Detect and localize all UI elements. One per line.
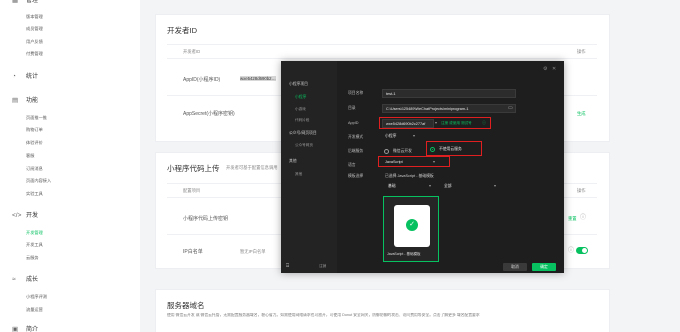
generate-secret-link[interactable]: 生成 bbox=[577, 111, 586, 117]
dialog-nav-minigame[interactable]: 小游戏 bbox=[295, 107, 306, 112]
server-domain-card bbox=[155, 289, 610, 332]
dialog-nav-miniprogram[interactable]: 小程序 bbox=[295, 95, 306, 100]
dialog-nav-snippet[interactable]: 代码片段 bbox=[295, 118, 309, 123]
code-upload-subtitle: 开发者可基于配置信息调用 bbox=[226, 165, 278, 170]
nav-item-dev-tools[interactable]: 开发工具 bbox=[26, 242, 43, 248]
server-domain-desc: 使用 微信云开发 或 微信云托管，无需配置服务器域名，稳心省力。如需使用网络请求… bbox=[167, 313, 480, 317]
code-upload-title: 小程序代码上传 bbox=[167, 164, 220, 173]
server-domain-title: 服务器域名 bbox=[167, 301, 205, 310]
logout-icon[interactable]: ⍈ bbox=[286, 262, 289, 270]
col-config: 配置项目 bbox=[183, 188, 201, 193]
ip-whitelist-value: 暂无IP白名单 bbox=[240, 249, 266, 254]
template-card[interactable]: ✓ JavaScript - 基础模板 bbox=[383, 196, 439, 262]
dialog-nav-official-project[interactable]: 公众号/网页项目 bbox=[289, 131, 317, 136]
nav-item-version[interactable]: 版本管理 bbox=[26, 14, 43, 20]
register-test-link[interactable]: 注册 或使用 测试号 bbox=[441, 119, 472, 127]
dialog-logout-link[interactable]: 注销 bbox=[319, 264, 326, 269]
directory-input[interactable]: C:\Users\125489\WeChatProjects\miniprogr… bbox=[382, 104, 516, 113]
nav-group-features[interactable]: 功能 bbox=[26, 97, 38, 105]
code-icon: </> bbox=[12, 212, 22, 219]
dev-mode-label: 开发模式 bbox=[348, 135, 364, 139]
nav-item-content[interactable]: 页面内容接入 bbox=[26, 178, 51, 184]
ip-whitelist-toggle[interactable] bbox=[576, 247, 588, 254]
confirm-button[interactable]: 确定 bbox=[532, 263, 556, 271]
radio-no-cloud[interactable] bbox=[430, 147, 435, 152]
appid-label: AppID(小程序ID) bbox=[183, 77, 221, 83]
intro-icon: ▣ bbox=[12, 326, 19, 332]
nav-item-feedback[interactable]: 用户反馈 bbox=[26, 39, 43, 45]
backend-label: 后端服务 bbox=[348, 149, 364, 153]
dialog-nav-other[interactable]: 其他 bbox=[289, 159, 297, 164]
directory-label: 目录 bbox=[348, 106, 356, 110]
nav-item-subscribe[interactable]: 订阅消息 bbox=[26, 166, 43, 172]
nav-item-experiment[interactable]: 实验工具 bbox=[26, 191, 43, 197]
sidebar: ▦ 管理 版本管理 成员管理 用户反馈 付费管理 ◔ 统计 ▤ 功能 页面推一推… bbox=[0, 0, 140, 332]
developer-id-title: 开发者ID bbox=[167, 26, 197, 35]
upload-key-label: 小程序代码上传密钥 bbox=[183, 216, 229, 222]
dialog-nav-miniprogram-project[interactable]: 小程序项目 bbox=[289, 82, 308, 87]
nav-item-members[interactable]: 成员管理 bbox=[26, 26, 43, 32]
divider bbox=[167, 58, 597, 59]
appid-select[interactable]: wxe5428d690b2c277af bbox=[382, 119, 434, 128]
chevron-down-icon[interactable]: ▾ bbox=[494, 182, 496, 190]
nav-group-growth[interactable]: 成长 bbox=[26, 276, 38, 284]
dialog-nav-official-web[interactable]: 公众号网页 bbox=[295, 143, 313, 148]
nav-item-rating[interactable]: 体验评价 bbox=[26, 140, 43, 146]
appid-value[interactable]: wxe5428d690b2… bbox=[240, 76, 276, 81]
template-card-label: JavaScript - 基础模板 bbox=[387, 252, 421, 256]
nav-item-service[interactable]: 客服 bbox=[26, 153, 34, 159]
language-select[interactable]: JavaScript bbox=[385, 158, 403, 166]
filter-scope-select[interactable]: 全部 bbox=[444, 182, 452, 190]
nav-group-stats[interactable]: 统计 bbox=[26, 73, 38, 81]
radio-cloud-dev[interactable] bbox=[384, 149, 389, 154]
settings-icon[interactable]: ⚙ bbox=[543, 65, 547, 73]
divider bbox=[167, 44, 597, 45]
chevron-down-icon[interactable]: ▾ bbox=[413, 132, 415, 140]
template-preview: ✓ bbox=[394, 205, 430, 247]
nav-item-billing[interactable]: 付费管理 bbox=[26, 51, 43, 57]
growth-icon: ≈ bbox=[12, 276, 16, 283]
dev-mode-select[interactable]: 小程序 bbox=[385, 132, 396, 140]
appsecret-label: AppSecret(小程序密钥) bbox=[183, 111, 235, 117]
nav-group-dev[interactable]: 开发 bbox=[26, 212, 38, 220]
features-icon: ▤ bbox=[12, 97, 19, 104]
nav-item-push[interactable]: 页面推一推 bbox=[26, 115, 47, 121]
nav-group-intro[interactable]: 简介 bbox=[26, 326, 38, 332]
nav-item-review[interactable]: 小程序评测 bbox=[26, 294, 47, 300]
radio-no-cloud-label: 不使用云服务 bbox=[439, 147, 462, 151]
check-icon: ✓ bbox=[406, 219, 418, 231]
project-name-label: 项目名称 bbox=[348, 91, 364, 95]
nav-item-traffic[interactable]: 流量运营 bbox=[26, 307, 43, 313]
chevron-down-icon[interactable]: ▾ bbox=[435, 119, 437, 127]
help-icon[interactable]: ⓘ bbox=[568, 247, 574, 255]
appid-field-label: AppID bbox=[348, 121, 359, 125]
radio-cloud-dev-label: 微信云开发 bbox=[393, 149, 412, 153]
language-label: 语言 bbox=[348, 163, 356, 167]
dialog-nav-other-item[interactable]: 其他 bbox=[295, 172, 302, 177]
folder-icon[interactable]: ▭ bbox=[508, 104, 513, 112]
cancel-button[interactable]: 取消 bbox=[503, 263, 527, 271]
appid-value-text: wxe5428d690b2c277af bbox=[386, 122, 426, 126]
project-name-input[interactable]: test-1 bbox=[382, 89, 516, 98]
ip-whitelist-label: IP白名单 bbox=[183, 249, 203, 255]
filter-category-select[interactable]: 基础 bbox=[388, 182, 396, 190]
col-action: 操作 bbox=[577, 188, 586, 193]
help-icon[interactable]: ⓘ bbox=[580, 214, 586, 222]
col-action: 操作 bbox=[577, 49, 586, 54]
nav-item-orders[interactable]: 购物订单 bbox=[26, 127, 43, 133]
stats-icon: ◔ bbox=[12, 73, 16, 80]
reset-key-link[interactable]: 重置 bbox=[568, 216, 577, 222]
info-icon[interactable]: ⓘ bbox=[482, 119, 486, 127]
nav-item-cloud[interactable]: 云服务 bbox=[26, 255, 39, 261]
dialog-sidebar: 小程序项目 小程序 小游戏 代码片段 公众号/网页项目 公众号网页 其他 其他 … bbox=[281, 61, 337, 273]
chevron-down-icon[interactable]: ▾ bbox=[429, 182, 431, 190]
template-selected-text: 已选择 JavaScript - 基础模板 bbox=[385, 174, 434, 178]
chevron-down-icon[interactable]: ▾ bbox=[433, 158, 435, 166]
close-icon[interactable]: ✕ bbox=[552, 65, 556, 73]
template-label: 模板选择 bbox=[348, 174, 364, 178]
manage-icon: ▦ bbox=[12, 0, 19, 4]
col-developer-id: 开发者ID bbox=[183, 49, 201, 54]
nav-item-dev-manage[interactable]: 开发管理 bbox=[26, 230, 43, 236]
nav-group-manage[interactable]: 管理 bbox=[26, 0, 38, 5]
